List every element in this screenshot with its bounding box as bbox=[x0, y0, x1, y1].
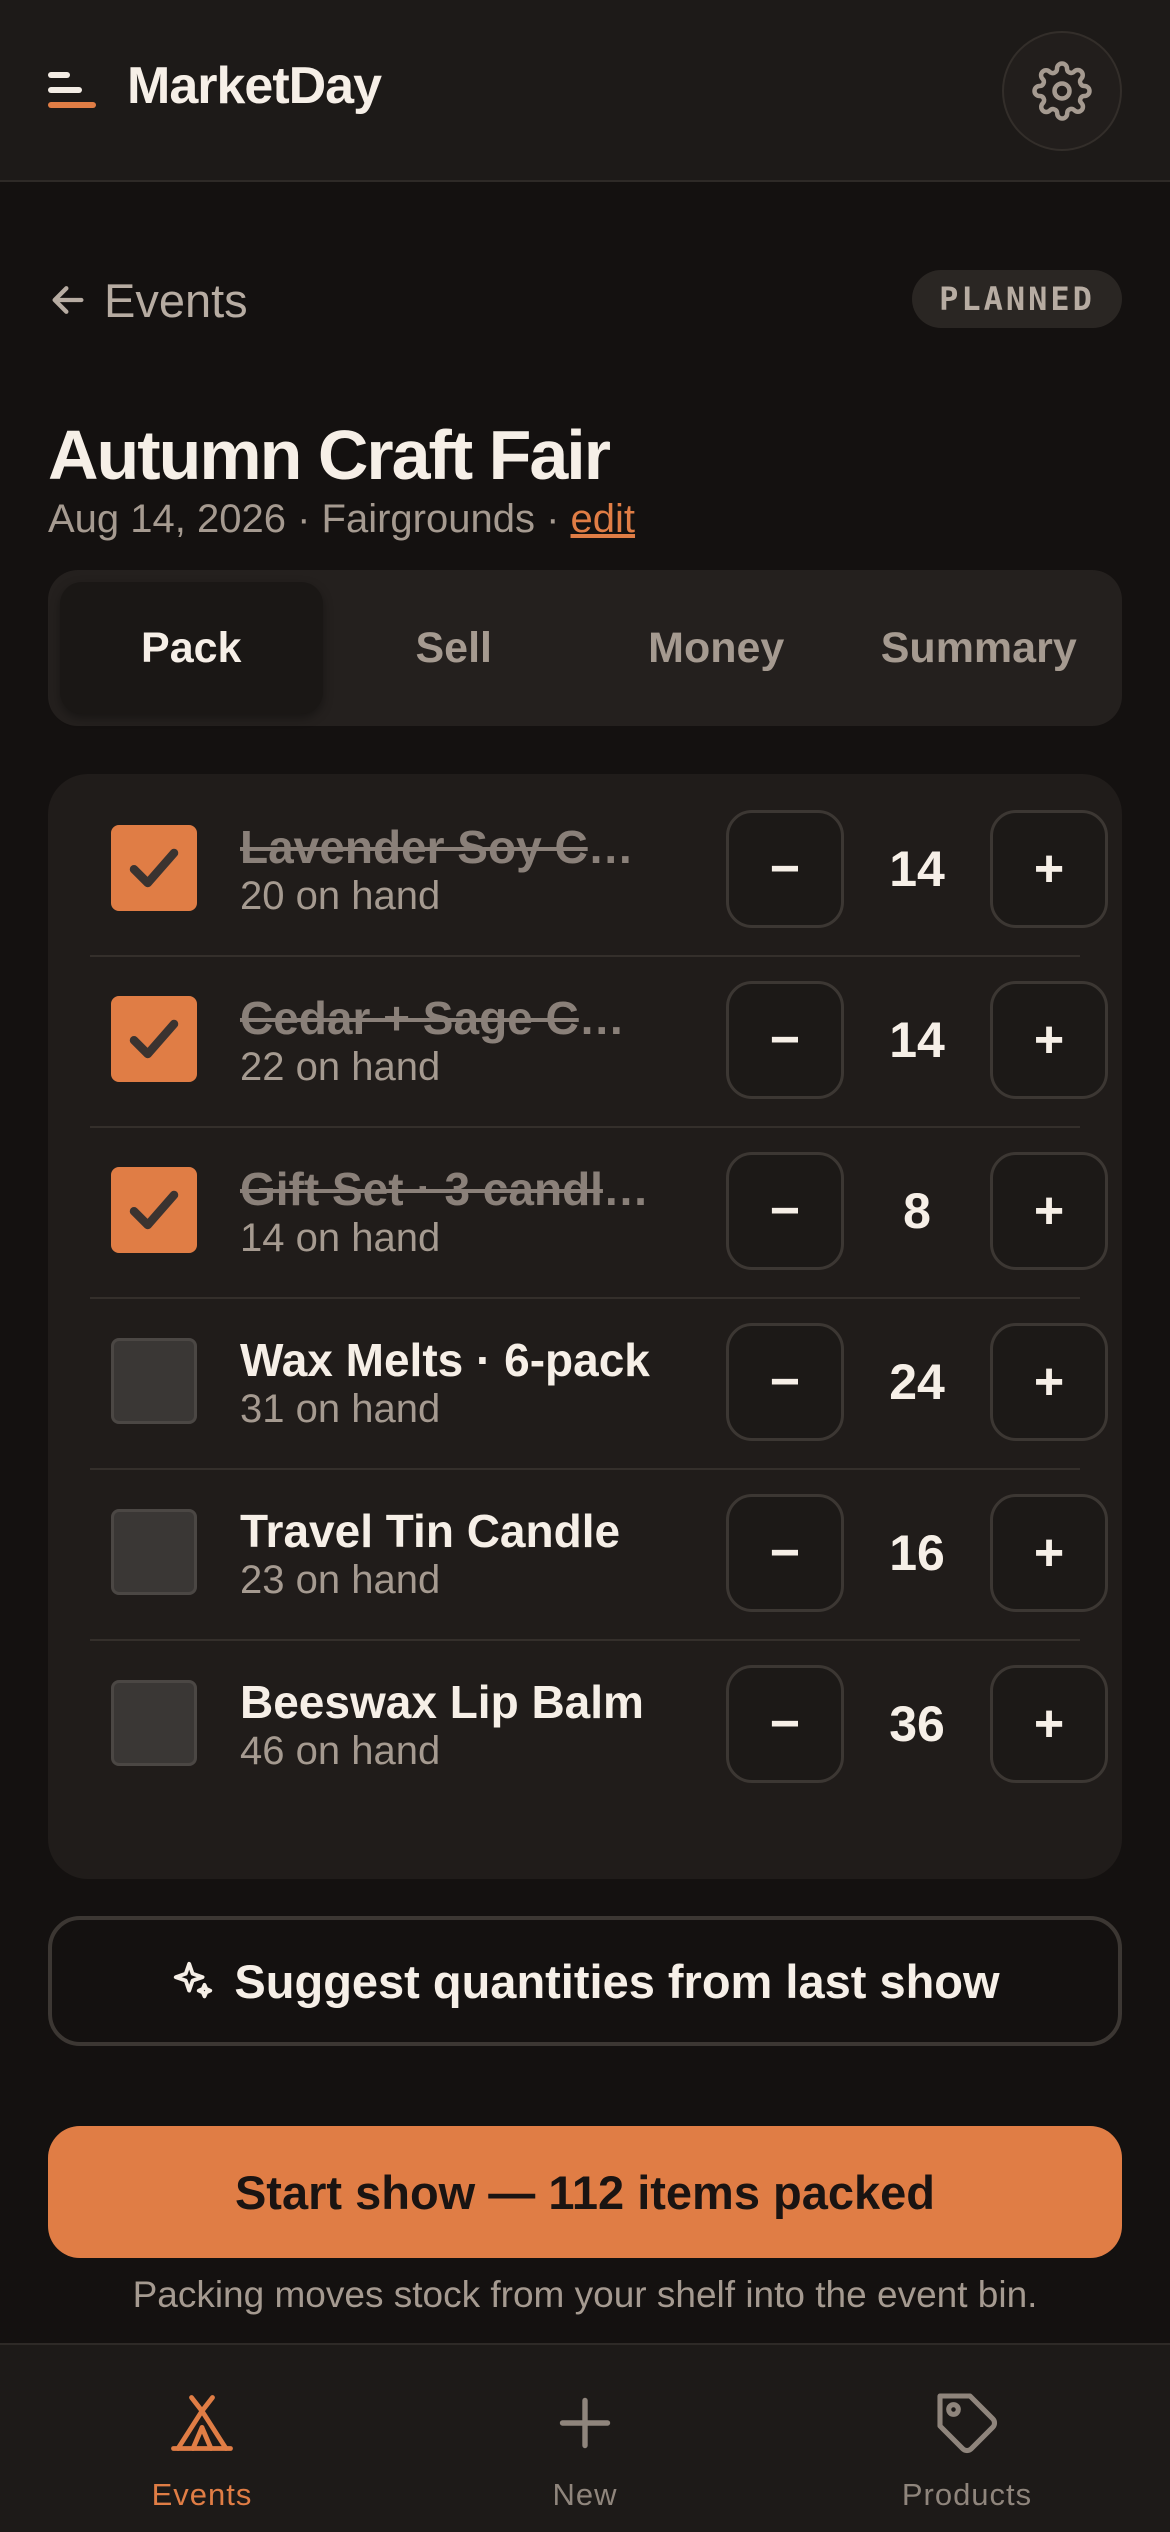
tent-icon bbox=[171, 2395, 233, 2451]
packing-hint: Packing moves stock from your shelf into… bbox=[132, 2274, 1038, 2315]
decrease-button[interactable]: − bbox=[726, 810, 844, 928]
item-name: Gift Set · 3 candles bbox=[240, 1163, 650, 1215]
item-quantity: 14 bbox=[889, 841, 945, 897]
bottom-nav: Events New Products bbox=[0, 2343, 1170, 2532]
arrow-left-icon bbox=[52, 286, 84, 314]
top-bar: MarketDay bbox=[0, 0, 1170, 182]
nav-item-products[interactable]: Products bbox=[837, 2345, 1097, 2532]
tab-summary[interactable]: Summary bbox=[848, 582, 1111, 714]
nav-item-new[interactable]: New bbox=[455, 2345, 715, 2532]
check-icon bbox=[129, 1019, 179, 1059]
edit-link[interactable]: edit bbox=[571, 497, 636, 541]
nav-label-events: Events bbox=[151, 2477, 253, 2512]
decrease-button[interactable]: − bbox=[726, 1665, 844, 1783]
item-on-hand: 23 on hand bbox=[240, 1558, 441, 1602]
app-title: MarketDay bbox=[127, 57, 382, 115]
nav-item-events[interactable]: Events bbox=[72, 2345, 332, 2532]
increase-button[interactable]: + bbox=[990, 1323, 1108, 1441]
item-name: Wax Melts · 6-pack bbox=[240, 1334, 650, 1386]
decrease-button[interactable]: − bbox=[726, 1152, 844, 1270]
item-quantity: 14 bbox=[889, 1012, 945, 1068]
list-item: Cedar + Sage Candle 22 on hand − 14 + bbox=[90, 957, 1108, 1128]
item-checkbox[interactable] bbox=[111, 1680, 197, 1766]
list-item: Travel Tin Candle 23 on hand − 16 + bbox=[90, 1470, 1108, 1641]
increase-button[interactable]: + bbox=[990, 810, 1108, 928]
list-item: Wax Melts · 6-pack 31 on hand − 24 + bbox=[90, 1299, 1108, 1470]
increase-button[interactable]: + bbox=[990, 1494, 1108, 1612]
event-meta: Aug 14, 2026 · Fairgrounds · edit bbox=[48, 497, 635, 542]
item-name: Cedar + Sage Candle bbox=[240, 992, 650, 1044]
item-on-hand: 20 on hand bbox=[240, 874, 441, 918]
item-checkbox[interactable] bbox=[111, 1509, 197, 1595]
item-name: Beeswax Lip Balm bbox=[240, 1676, 644, 1728]
tab-bar: Pack Sell Money Summary bbox=[48, 570, 1122, 726]
item-name: Lavender Soy Candle bbox=[240, 821, 650, 873]
item-on-hand: 14 on hand bbox=[240, 1216, 441, 1260]
item-name: Travel Tin Candle bbox=[240, 1505, 621, 1557]
check-icon bbox=[129, 848, 179, 888]
pack-list: Lavender Soy Candle 20 on hand − 14 + Ce… bbox=[48, 774, 1122, 1879]
tab-money[interactable]: Money bbox=[585, 582, 848, 714]
increase-button[interactable]: + bbox=[990, 1665, 1108, 1783]
item-on-hand: 46 on hand bbox=[240, 1729, 441, 1773]
list-item: Gift Set · 3 candles 14 on hand − 8 + bbox=[90, 1128, 1108, 1299]
increase-button[interactable]: + bbox=[990, 981, 1108, 1099]
item-quantity: 24 bbox=[889, 1354, 945, 1410]
tag-icon bbox=[937, 2393, 997, 2453]
list-item: Beeswax Lip Balm 46 on hand − 36 + bbox=[90, 1641, 1108, 1812]
suggest-quantities-button[interactable]: Suggest quantities from last show bbox=[48, 1916, 1122, 2046]
tab-sell[interactable]: Sell bbox=[323, 582, 586, 714]
start-show-button[interactable]: Start show — 112 items packed bbox=[48, 2126, 1122, 2258]
item-on-hand: 22 on hand bbox=[240, 1045, 441, 1089]
tab-pack[interactable]: Pack bbox=[60, 582, 323, 714]
settings-button[interactable] bbox=[1002, 31, 1122, 151]
check-icon bbox=[129, 1190, 179, 1230]
item-checkbox[interactable] bbox=[111, 825, 197, 911]
decrease-button[interactable]: − bbox=[726, 1323, 844, 1441]
suggest-quantities-label: Suggest quantities from last show bbox=[234, 1954, 1000, 2008]
decrease-button[interactable]: − bbox=[726, 1494, 844, 1612]
event-meta-text: Aug 14, 2026 · Fairgrounds · bbox=[48, 497, 571, 541]
item-on-hand: 31 on hand bbox=[240, 1387, 441, 1431]
status-badge: PLANNED bbox=[912, 270, 1122, 328]
plus-icon bbox=[559, 2397, 611, 2449]
item-checkbox[interactable] bbox=[111, 1338, 197, 1424]
decrease-button[interactable]: − bbox=[726, 981, 844, 1099]
sparkle-icon bbox=[174, 1961, 213, 1999]
item-quantity: 36 bbox=[889, 1696, 945, 1752]
item-quantity: 16 bbox=[889, 1525, 945, 1581]
list-item: Lavender Soy Candle 20 on hand − 14 + bbox=[90, 786, 1108, 957]
item-checkbox[interactable] bbox=[111, 1167, 197, 1253]
item-quantity: 8 bbox=[903, 1183, 931, 1239]
nav-label-products: Products bbox=[901, 2477, 1033, 2512]
increase-button[interactable]: + bbox=[990, 1152, 1108, 1270]
back-link[interactable]: Events bbox=[48, 270, 248, 330]
nav-label-new: New bbox=[552, 2477, 618, 2512]
back-link-label: Events bbox=[104, 273, 248, 327]
page-title: Autumn Craft Fair bbox=[48, 416, 611, 494]
gear-icon bbox=[1032, 61, 1092, 121]
item-checkbox[interactable] bbox=[111, 996, 197, 1082]
app-root: MarketDay Events PLANNED Autumn Craft Fa… bbox=[0, 0, 1170, 2532]
menu-icon[interactable] bbox=[48, 70, 100, 110]
